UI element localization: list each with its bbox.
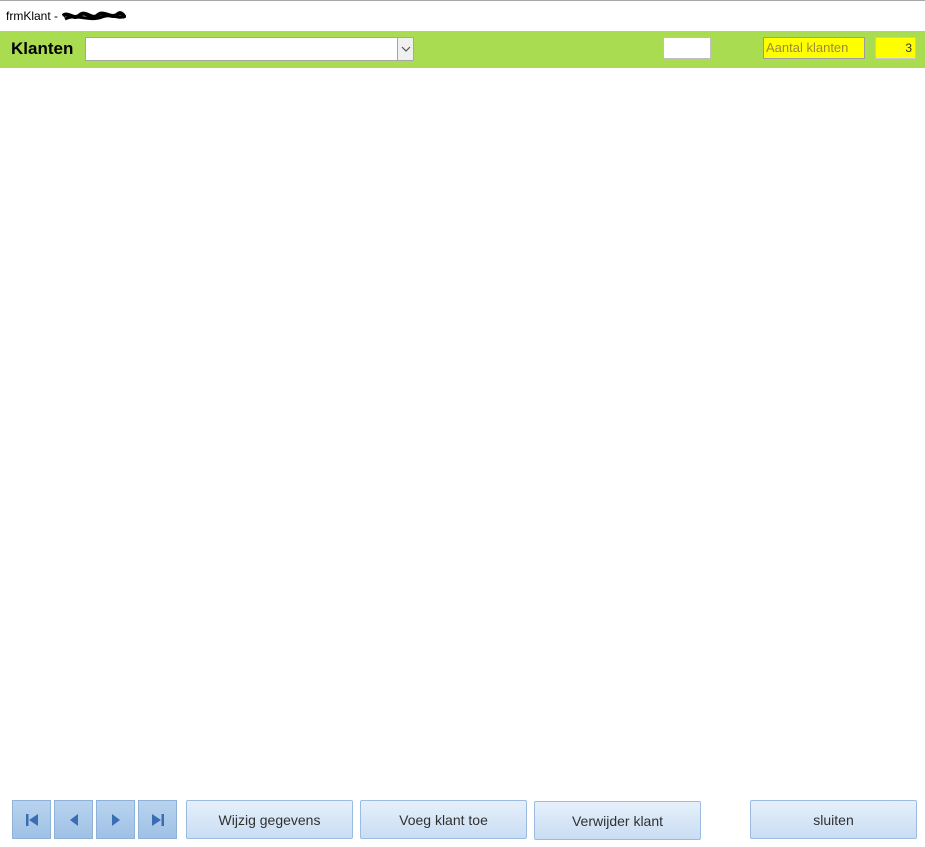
- chevron-down-icon: [401, 46, 410, 52]
- window-title: frmKlant -: [6, 9, 59, 23]
- edit-details-button[interactable]: Wijzig gegevens: [186, 800, 353, 839]
- delete-customer-button[interactable]: Verwijder klant: [534, 801, 701, 840]
- previous-record-icon: [69, 813, 78, 826]
- search-textbox[interactable]: [663, 37, 711, 59]
- title-bar: frmKlant -: [0, 0, 925, 31]
- next-record-button[interactable]: [96, 800, 135, 839]
- next-record-icon: [111, 813, 120, 826]
- redacted-title-mark: [62, 11, 126, 21]
- dropdown-button[interactable]: [397, 38, 413, 60]
- close-button[interactable]: sluiten: [750, 800, 917, 839]
- first-record-icon: [25, 813, 38, 826]
- form-window: frmKlant - Klanten Aantal klanten 3 Wijz…: [0, 0, 925, 847]
- customer-count-value: 3: [875, 37, 916, 59]
- previous-record-button[interactable]: [54, 800, 93, 839]
- customer-combobox[interactable]: [85, 37, 414, 61]
- customer-count-label: Aantal klanten: [763, 37, 865, 59]
- last-record-button[interactable]: [138, 800, 177, 839]
- last-record-icon: [151, 813, 164, 826]
- add-customer-button[interactable]: Voeg klant toe: [360, 800, 527, 839]
- first-record-button[interactable]: [12, 800, 51, 839]
- header-band: Klanten Aantal klanten 3: [0, 31, 925, 68]
- page-title: Klanten: [11, 39, 74, 58]
